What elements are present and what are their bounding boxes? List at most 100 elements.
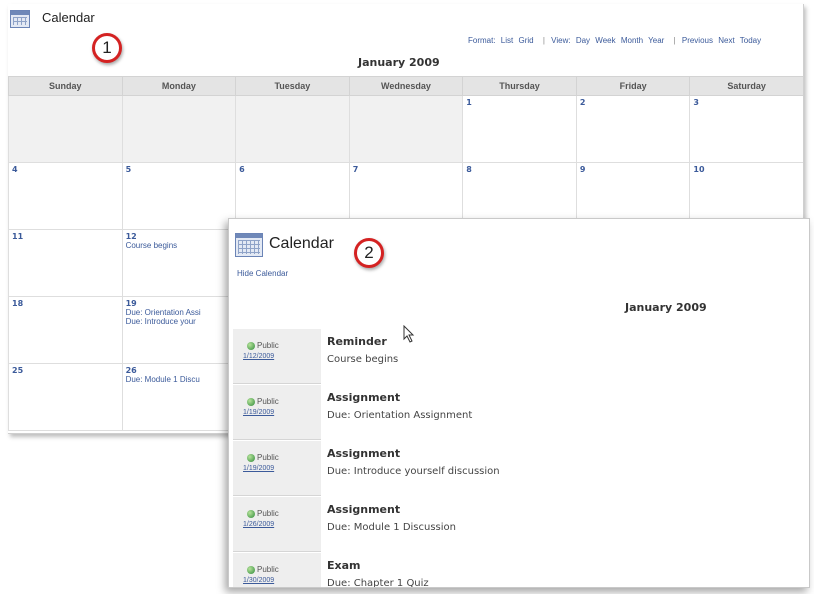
weekday-header: Thursday — [462, 76, 577, 96]
day-number[interactable]: 8 — [466, 165, 573, 174]
week-row: 123 — [8, 95, 803, 163]
format-list-link[interactable]: List — [501, 36, 513, 45]
nav-separator: | — [542, 36, 545, 45]
event-date-link[interactable]: 1/26/2009 — [243, 521, 274, 528]
visibility-text: Public — [257, 453, 279, 462]
day-cell[interactable]: 11 — [8, 229, 123, 297]
event-link[interactable]: Due: Module 1 Discu — [126, 375, 233, 384]
day-number[interactable]: 7 — [353, 165, 460, 174]
today-link[interactable]: Today — [740, 36, 761, 45]
globe-icon — [247, 453, 255, 462]
day-cell[interactable]: 5 — [121, 162, 237, 230]
event-description: Course begins — [327, 354, 399, 365]
day-number[interactable]: 5 — [126, 165, 233, 174]
step-badge-2: 2 — [354, 238, 384, 268]
day-cell[interactable]: 12 Course begins — [121, 229, 237, 297]
event-row: Public 1/12/2009 Reminder Course begins — [233, 329, 793, 385]
event-meta: Public 1/19/2009 — [233, 385, 321, 440]
event-row: Public 1/19/2009 Assignment Due: Orientatio… — [233, 385, 793, 441]
visibility-label: Public — [247, 341, 279, 350]
event-row: Public 1/30/2009 Exam Due: Chapter 1 Quiz — [233, 553, 793, 588]
view-label: View: — [551, 36, 571, 45]
visibility-label: Public — [247, 565, 279, 574]
day-number[interactable]: 11 — [12, 232, 119, 241]
day-cell[interactable]: 18 — [8, 296, 123, 364]
day-cell[interactable]: 25 — [8, 363, 123, 431]
format-grid-link[interactable]: Grid — [518, 36, 533, 45]
event-date-link[interactable]: 1/19/2009 — [243, 465, 274, 472]
event-type: Exam — [327, 559, 361, 572]
globe-icon — [247, 565, 255, 574]
event-meta: Public 1/12/2009 — [233, 329, 321, 384]
calendar-nav: Format: List Grid | View: Day Week Month… — [468, 36, 764, 45]
view-day-link[interactable]: Day — [576, 36, 590, 45]
visibility-label: Public — [247, 453, 279, 462]
day-cell[interactable] — [121, 95, 237, 163]
day-cell[interactable] — [348, 95, 464, 163]
format-label: Format: — [468, 36, 496, 45]
event-link[interactable]: Course begins — [126, 241, 233, 250]
calendar-icon — [235, 233, 263, 257]
event-meta: Public 1/19/2009 — [233, 441, 321, 496]
event-type: Assignment — [327, 391, 401, 404]
day-cell[interactable]: 3 — [689, 95, 803, 163]
view-month-link[interactable]: Month — [621, 36, 643, 45]
event-link[interactable]: Due: Orientation Assi — [126, 308, 233, 317]
calendar-icon — [10, 10, 30, 28]
event-description: Due: Introduce yourself discussion — [327, 466, 500, 477]
day-number[interactable]: 10 — [693, 165, 800, 174]
next-link[interactable]: Next — [718, 36, 734, 45]
day-cell[interactable]: 2 — [575, 95, 691, 163]
weekday-header: Friday — [575, 76, 691, 96]
day-number[interactable]: 6 — [239, 165, 346, 174]
view-year-link[interactable]: Year — [648, 36, 664, 45]
day-number[interactable]: 4 — [12, 165, 119, 174]
day-number[interactable]: 26 — [126, 366, 233, 375]
event-type: Assignment — [327, 447, 401, 460]
day-number[interactable]: 12 — [126, 232, 233, 241]
event-row: Public 1/26/2009 Assignment Due: Module 1 D… — [233, 497, 793, 553]
day-number[interactable]: 19 — [126, 299, 233, 308]
event-date-link[interactable]: 1/30/2009 — [243, 577, 274, 584]
hide-calendar-link[interactable]: Hide Calendar — [237, 269, 288, 278]
visibility-label: Public — [247, 397, 279, 406]
day-number[interactable]: 3 — [693, 98, 800, 107]
view-week-link[interactable]: Week — [595, 36, 615, 45]
weekday-header: Saturday — [689, 76, 803, 96]
nav-separator: | — [673, 36, 676, 45]
event-date-link[interactable]: 1/19/2009 — [243, 409, 274, 416]
event-description: Due: Module 1 Discussion — [327, 522, 456, 533]
event-type: Assignment — [327, 503, 401, 516]
globe-icon — [247, 509, 255, 518]
visibility-text: Public — [257, 565, 279, 574]
event-link[interactable]: Due: Introduce your — [126, 317, 233, 326]
month-title: January 2009 — [625, 301, 707, 314]
event-type: Reminder — [327, 335, 387, 348]
day-number[interactable]: 1 — [466, 98, 573, 107]
event-date-link[interactable]: 1/12/2009 — [243, 353, 274, 360]
day-number[interactable]: 18 — [12, 299, 119, 308]
day-cell[interactable]: 26 Due: Module 1 Discu — [121, 363, 237, 431]
event-meta: Public 1/30/2009 — [233, 553, 321, 587]
day-cell[interactable]: 1 — [462, 95, 577, 163]
visibility-text: Public — [257, 341, 279, 350]
visibility-text: Public — [257, 397, 279, 406]
day-number[interactable]: 25 — [12, 366, 119, 375]
day-cell[interactable] — [235, 95, 350, 163]
event-description: Due: Chapter 1 Quiz — [327, 578, 429, 588]
step-badge-1: 1 — [92, 33, 122, 63]
previous-link[interactable]: Previous — [682, 36, 713, 45]
event-row: Public 1/19/2009 Assignment Due: Introduce … — [233, 441, 793, 497]
event-list: Public 1/12/2009 Reminder Course begins Publ… — [233, 329, 793, 588]
panel-title: Calendar — [269, 235, 334, 252]
month-title: January 2009 — [358, 56, 440, 69]
panel-title: Calendar — [42, 10, 95, 25]
day-number[interactable]: 2 — [580, 98, 687, 107]
calendar-list-panel: Calendar Hide Calendar January 2009 Publ… — [228, 218, 810, 588]
day-cell[interactable] — [8, 95, 123, 163]
visibility-label: Public — [247, 509, 279, 518]
day-number[interactable]: 9 — [580, 165, 687, 174]
event-meta: Public 1/26/2009 — [233, 497, 321, 552]
day-cell[interactable]: 19 Due: Orientation Assi Due: Introduce yo… — [121, 296, 237, 364]
day-cell[interactable]: 4 — [8, 162, 123, 230]
